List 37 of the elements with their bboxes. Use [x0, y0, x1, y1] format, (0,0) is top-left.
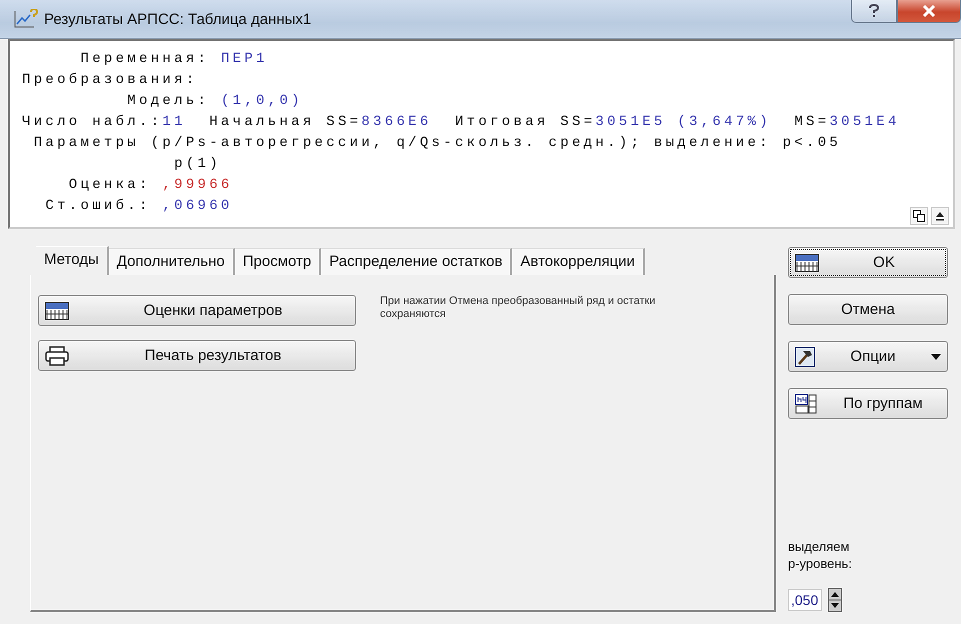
p-level-label: выделяем р-уровень:: [788, 538, 853, 572]
output-line: Модель: (1,0,0): [126, 92, 303, 111]
output-line: Переменная: ПЕР1: [80, 50, 268, 69]
output-line: Параметры (p/Ps-авторегрессии, q/Qs-скольз. средн.); выделение: p<.05: [32, 134, 842, 153]
tab[interactable]: Распределение остатков: [321, 248, 512, 275]
close-icon: [922, 5, 936, 17]
tab[interactable]: Просмотр: [234, 248, 322, 275]
output-line: Преобразования:: [22, 71, 198, 90]
output-line: Ст.ошиб.: ,06960: [44, 197, 233, 216]
window-title: Результаты АРПСС: Таблица данных1: [44, 10, 312, 28]
hammer-icon: [795, 346, 815, 366]
pin-icon[interactable]: [931, 207, 949, 225]
tab[interactable]: Автокорреляции: [512, 248, 645, 275]
output-line: Число набл.:11 Начальная SS=8366E6 Итоговая SS=3051E5 (3,647%) MS=3051E4: [22, 113, 900, 132]
action-button[interactable]: Оценки параметров: [38, 295, 356, 326]
help-button[interactable]: [851, 0, 897, 23]
copy-icon[interactable]: [910, 207, 928, 225]
close-button[interactable]: [897, 0, 961, 23]
tab[interactable]: Дополнительно: [108, 248, 235, 275]
table-icon: [45, 302, 69, 320]
cancel-note: При нажатии Отмена преобразованный ряд и остатки сохраняются: [380, 295, 656, 322]
dialog-button[interactable]: Опции: [788, 341, 948, 372]
action-button[interactable]: Печать результатов: [38, 340, 356, 371]
output-line: p(1): [173, 155, 221, 174]
dialog-button[interactable]: OK: [788, 247, 948, 278]
dialog-button[interactable]: Отмена: [788, 294, 948, 325]
groups-table-icon: [795, 394, 817, 414]
tab[interactable]: Методы: [36, 246, 109, 275]
caret-icon: [931, 354, 941, 360]
help-icon: [868, 4, 880, 18]
chart-help-icon: [14, 9, 38, 29]
p-level-field[interactable]: ,050: [788, 589, 822, 611]
printer-icon: [45, 346, 69, 366]
output-line: Оценка: ,99966: [68, 176, 233, 195]
table-icon: [795, 254, 819, 272]
dialog-button[interactable]: По группам: [788, 388, 948, 419]
spinner-icon[interactable]: [828, 588, 842, 612]
